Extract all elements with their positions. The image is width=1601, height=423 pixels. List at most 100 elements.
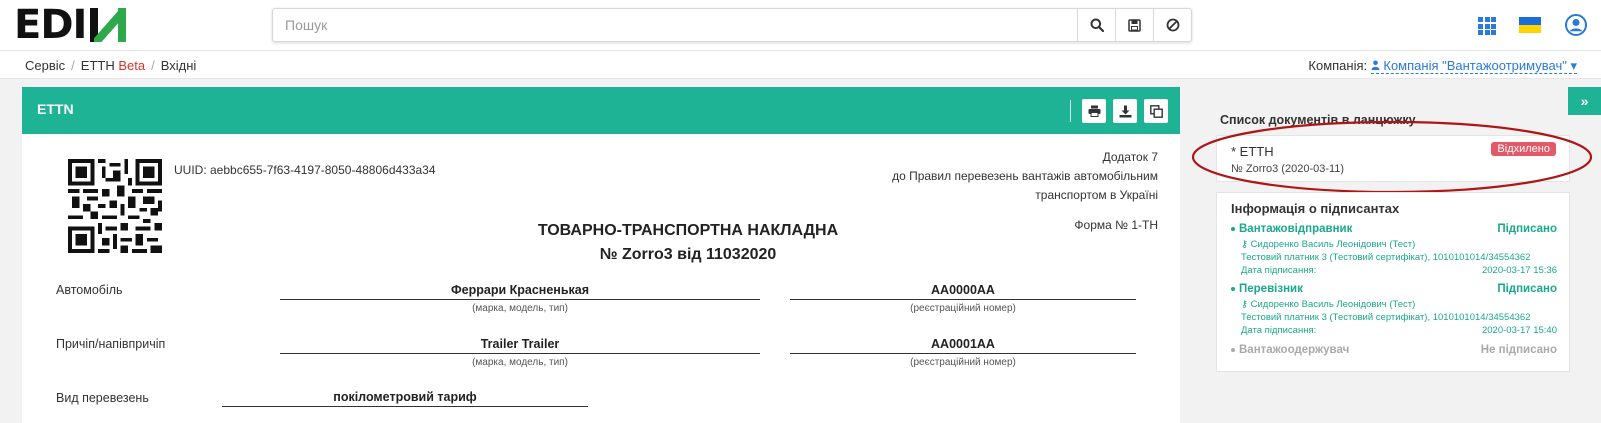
top-navbar: ED I <box>0 0 1601 51</box>
ukraine-flag-icon[interactable] <box>1519 17 1541 33</box>
breadcrumb-ettn-label: ЕТТН <box>80 58 115 73</box>
signer-role: Перевізник <box>1239 283 1303 295</box>
signer-date-label: Дата підписання: <box>1241 325 1317 336</box>
signer-date-label: Дата підписання: <box>1241 265 1317 276</box>
transport-type-label: Вид перевезень <box>56 391 149 405</box>
signer-row: Вантажоодержувач Не підписано <box>1231 344 1557 360</box>
signer-person-row: ⚷ Сидоренко Василь Леонідович (Тест) <box>1231 239 1557 252</box>
trailer-label: Причіп/напівпричіп <box>56 337 166 351</box>
ban-icon <box>1166 18 1179 32</box>
user-small-icon <box>1371 60 1380 70</box>
trailer-model-value: Trailer Trailer <box>280 337 760 354</box>
vehicle-reg-hint: (реєстраційний номер) <box>910 303 1016 314</box>
download-icon <box>1119 105 1131 117</box>
vehicle-model-field: Феррари Красненькая (марка, модель, тип) <box>280 283 760 314</box>
signer-row: Перевізник Підписано <box>1231 283 1557 299</box>
signer-date: 2020-03-17 15:36 <box>1481 265 1557 276</box>
expand-sidebar-button[interactable]: » <box>1568 87 1601 115</box>
apps-grid-icon[interactable] <box>1478 17 1496 35</box>
edin-logo[interactable]: ED I <box>14 2 130 48</box>
trailer-reg-field: AA0001AA (реєстраційний номер) <box>790 337 1136 368</box>
breadcrumb-ettn[interactable]: ЕТТН Beta <box>81 58 145 73</box>
print-button[interactable] <box>1082 99 1106 123</box>
signer-cert: Тестовий платник 3 (Тестовий сертифікат)… <box>1241 312 1531 323</box>
print-icon <box>1088 105 1100 117</box>
download-button[interactable] <box>1113 99 1137 123</box>
trailer-reg-value: AA0001AA <box>790 337 1136 354</box>
signers-panel: Інформація о підписантах Вантажовідправн… <box>1216 192 1570 372</box>
signer-row: Вантажовідправник Підписано <box>1231 223 1557 239</box>
card-toolbar <box>1070 99 1168 123</box>
signer-block: Перевізник Підписано ⚷ Сидоренко Василь … <box>1231 283 1557 338</box>
document-title: ТОВАРНО-ТРАНСПОРТНА НАКЛАДНА № Zorro3 ві… <box>414 219 962 267</box>
bullet-icon <box>1231 226 1235 231</box>
trailer-model-field: Trailer Trailer (марка, модель, тип) <box>280 337 760 368</box>
form-number: Форма № 1-ТН <box>1074 218 1158 232</box>
appendix-note: Додаток 7 до Правил перевезень вантажів … <box>892 148 1158 205</box>
status-badge: Відхилено <box>1491 142 1556 156</box>
breadcrumb-inbox: Вхідні <box>160 58 197 73</box>
card-title: ETTN <box>37 101 74 117</box>
company-label: Компанія: <box>1308 58 1368 73</box>
company-name: Компанія "Вантажоотримувач" <box>1383 58 1567 73</box>
company-selector: Компанія: Компанія "Вантажоотримувач" ▾ <box>1308 58 1577 74</box>
signer-date-row: Дата підписання: 2020-03-17 15:36 <box>1231 265 1557 278</box>
signer-role: Вантажовідправник <box>1239 223 1353 235</box>
signer-person: Сидоренко Василь Леонідович (Тест) <box>1250 239 1416 250</box>
transport-type-value: покілометровий тариф <box>222 390 588 407</box>
signer-role: Вантажоодержувач <box>1239 344 1350 356</box>
clear-search-button[interactable] <box>1153 9 1191 41</box>
qr-code-icon <box>68 159 162 253</box>
caret-down-icon: ▾ <box>1570 58 1577 73</box>
card-header: ETTN <box>22 87 1180 134</box>
save-icon <box>1128 18 1141 32</box>
breadcrumb-bar: Сервіс / ЕТТН Beta / Вхідні Компанія: Ко… <box>0 51 1601 79</box>
vehicle-model-value: Феррари Красненькая <box>280 283 760 300</box>
chain-document-item[interactable]: * ЕТТН № Zorro3 (2020-03-11) Відхилено <box>1216 135 1570 182</box>
signer-block: Вантажоодержувач Не підписано <box>1231 344 1557 360</box>
transport-type-field: покілометровий тариф <box>222 390 588 407</box>
vehicle-reg-value: AA0000AA <box>790 283 1136 300</box>
company-dropdown[interactable]: Компанія "Вантажоотримувач" ▾ <box>1370 58 1577 74</box>
search-bar <box>272 8 1192 42</box>
appendix-line: Додаток 7 <box>1102 150 1158 164</box>
document-uuid: UUID: aebbc655-7f63-4197-8050-48806d433a… <box>174 163 436 177</box>
breadcrumb-service[interactable]: Сервіс <box>25 58 65 73</box>
signer-cert: Тестовий платник 3 (Тестовий сертифікат)… <box>1241 252 1531 263</box>
chain-title: Список документів в ланцюжку <box>1220 113 1416 127</box>
copy-icon <box>1149 104 1163 118</box>
beta-label: Beta <box>118 58 146 73</box>
bullet-icon <box>1231 286 1235 291</box>
signers-title: Інформація о підписантах <box>1231 201 1400 216</box>
signer-person-row: ⚷ Сидоренко Василь Леонідович (Тест) <box>1231 299 1557 312</box>
user-icon[interactable] <box>1565 14 1587 36</box>
breadcrumb-separator: / <box>71 58 75 73</box>
chevron-double-right-icon: » <box>1580 93 1589 109</box>
copy-button[interactable] <box>1144 99 1168 123</box>
vehicle-reg-field: AA0000AA (реєстраційний номер) <box>790 283 1136 314</box>
document-number: № Zorro3 від 11032020 <box>599 246 777 263</box>
chain-document-name: * ЕТТН <box>1231 144 1274 159</box>
document-title-line: ТОВАРНО-ТРАНСПОРТНА НАКЛАДНА <box>537 222 839 239</box>
key-icon: ⚷ <box>1241 239 1251 250</box>
signer-block: Вантажовідправник Підписано ⚷ Сидоренко … <box>1231 223 1557 278</box>
trailer-model-hint: (марка, модель, тип) <box>472 357 568 368</box>
bullet-icon <box>1231 347 1235 352</box>
vehicle-model-hint: (марка, модель, тип) <box>472 303 568 314</box>
search-icon <box>1090 18 1104 32</box>
search-input[interactable] <box>273 9 1077 41</box>
breadcrumb-separator: / <box>151 58 155 73</box>
signer-date: 2020-03-17 15:40 <box>1481 325 1557 336</box>
trailer-reg-hint: (реєстраційний номер) <box>910 357 1016 368</box>
signer-status: Підписано <box>1497 223 1557 235</box>
chain-document-number: № Zorro3 (2020-03-11) <box>1231 163 1345 175</box>
signer-date-row: Дата підписання: 2020-03-17 15:40 <box>1231 325 1557 338</box>
signer-status: Підписано <box>1497 283 1557 295</box>
appendix-line: до Правил перевезень вантажів автомобіль… <box>892 169 1158 183</box>
breadcrumb: Сервіс / ЕТТН Beta / Вхідні <box>25 58 196 73</box>
key-icon: ⚷ <box>1241 299 1251 310</box>
search-button[interactable] <box>1077 9 1115 41</box>
toolbar-divider <box>1070 100 1071 122</box>
appendix-line: транспортом в Україні <box>1035 188 1158 202</box>
save-search-button[interactable] <box>1115 9 1153 41</box>
